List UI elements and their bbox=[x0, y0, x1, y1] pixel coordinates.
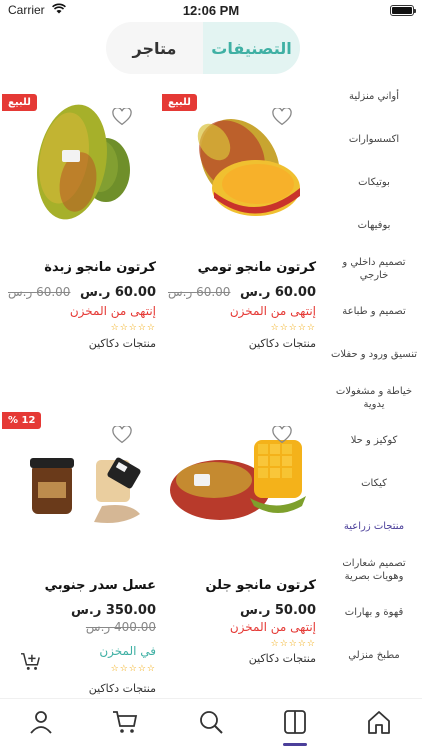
tab-categories[interactable]: التصنيفات bbox=[203, 22, 300, 74]
stock-status: إنتهى من المخزن bbox=[229, 620, 316, 634]
product-price: 50.00 ر.س bbox=[239, 603, 316, 618]
product-price: 60.00 ر.س bbox=[239, 285, 316, 300]
view-segmented-control: متاجر التصنيفات bbox=[106, 22, 300, 74]
vendor-name[interactable]: منتجات دكاكين bbox=[249, 337, 316, 350]
categories-icon[interactable] bbox=[282, 709, 308, 735]
sale-badge: للبيع bbox=[162, 94, 197, 111]
status-time: 12:06 PM bbox=[182, 3, 240, 18]
sidebar-item-cookies-sweets[interactable]: كوكيز و حلا bbox=[326, 420, 422, 463]
heart-icon[interactable] bbox=[272, 426, 292, 444]
vendor-name[interactable]: منتجات دكاكين bbox=[89, 682, 156, 695]
rating-stars: ☆☆☆☆☆ bbox=[110, 664, 156, 674]
home-icon[interactable] bbox=[366, 709, 392, 735]
heart-icon[interactable] bbox=[112, 426, 132, 444]
product-title: عسل سدر جنوبي bbox=[44, 578, 156, 593]
sidebar-item-coffee-spices[interactable]: قهوة و بهارات bbox=[326, 592, 422, 635]
product-price: 350.00 ر.س bbox=[70, 603, 156, 618]
cart-icon[interactable] bbox=[112, 709, 138, 735]
sidebar-item-flowers-parties[interactable]: تنسيق ورود و حفلات bbox=[326, 334, 422, 377]
discount-badge: 12 % bbox=[2, 412, 42, 429]
product-card[interactable]: للبيع كرتون مانجو تومي 60.00 ر.س 60.00 ر… bbox=[162, 84, 316, 354]
add-to-cart-icon[interactable] bbox=[20, 652, 42, 672]
product-old-price: 400.00 ر.س bbox=[85, 620, 156, 634]
product-card[interactable]: كرتون مانجو جلن 50.00 ر.س إنتهى من المخز… bbox=[162, 402, 316, 692]
sidebar-item-boutiques[interactable]: بوتيكات bbox=[326, 162, 422, 205]
sidebar-item-home-kitchen[interactable]: مطبخ منزلي bbox=[326, 635, 422, 678]
sale-badge: للبيع bbox=[2, 94, 37, 111]
sidebar-item-design-print[interactable]: تصميم و طباعة bbox=[326, 291, 422, 334]
vendor-name[interactable]: منتجات دكاكين bbox=[89, 337, 156, 350]
profile-icon[interactable] bbox=[28, 709, 54, 735]
sidebar-item-agricultural[interactable]: منتجات زراعية bbox=[326, 506, 422, 549]
active-tab-indicator bbox=[283, 743, 307, 746]
product-price: 60.00 ر.س bbox=[79, 285, 156, 300]
battery-icon bbox=[390, 5, 416, 16]
rating-stars: ☆☆☆☆☆ bbox=[270, 639, 316, 649]
product-old-price: 60.00 ر.س bbox=[168, 285, 231, 299]
heart-icon[interactable] bbox=[112, 108, 132, 126]
heart-icon[interactable] bbox=[272, 108, 292, 126]
sidebar-item-home-utensils[interactable]: أواني منزلية bbox=[326, 76, 422, 119]
bottom-tab-bar bbox=[0, 698, 422, 750]
category-sidebar[interactable]: أواني منزلية اكسسوارات بوتيكات بوفيهات ت… bbox=[326, 76, 422, 698]
stock-status: إنتهى من المخزن bbox=[69, 304, 156, 318]
product-card[interactable]: للبيع كرتون مانجو زبدة 60.00 ر.س 60.00 ر… bbox=[2, 84, 156, 354]
search-icon[interactable] bbox=[198, 709, 224, 735]
sidebar-item-accessories[interactable]: اكسسوارات bbox=[326, 119, 422, 162]
rating-stars: ☆☆☆☆☆ bbox=[110, 323, 156, 333]
stock-status: في المخزن bbox=[99, 644, 156, 658]
product-title: كرتون مانجو تومي bbox=[197, 260, 316, 275]
sidebar-item-interior-design[interactable]: تصميم داخلي و خارجي bbox=[326, 248, 422, 291]
vendor-name[interactable]: منتجات دكاكين bbox=[249, 652, 316, 665]
rating-stars: ☆☆☆☆☆ bbox=[270, 323, 316, 333]
product-title: كرتون مانجو جلن bbox=[205, 578, 316, 593]
sidebar-item-sewing-crafts[interactable]: خياطة و مشغولات يدوية bbox=[326, 377, 422, 420]
sidebar-item-logo-design[interactable]: تصميم شعارات وهويات بصرية bbox=[326, 549, 422, 592]
sidebar-item-cakes[interactable]: كيكات bbox=[326, 463, 422, 506]
tab-stores[interactable]: متاجر bbox=[106, 22, 203, 74]
product-image bbox=[170, 440, 306, 520]
status-bar: Carrier 12:06 PM bbox=[0, 0, 422, 22]
sidebar-item-buffets[interactable]: بوفيهات bbox=[326, 205, 422, 248]
product-old-price: 60.00 ر.س bbox=[8, 285, 71, 299]
product-title: كرتون مانجو زبدة bbox=[44, 260, 156, 275]
stock-status: إنتهى من المخزن bbox=[229, 304, 316, 318]
